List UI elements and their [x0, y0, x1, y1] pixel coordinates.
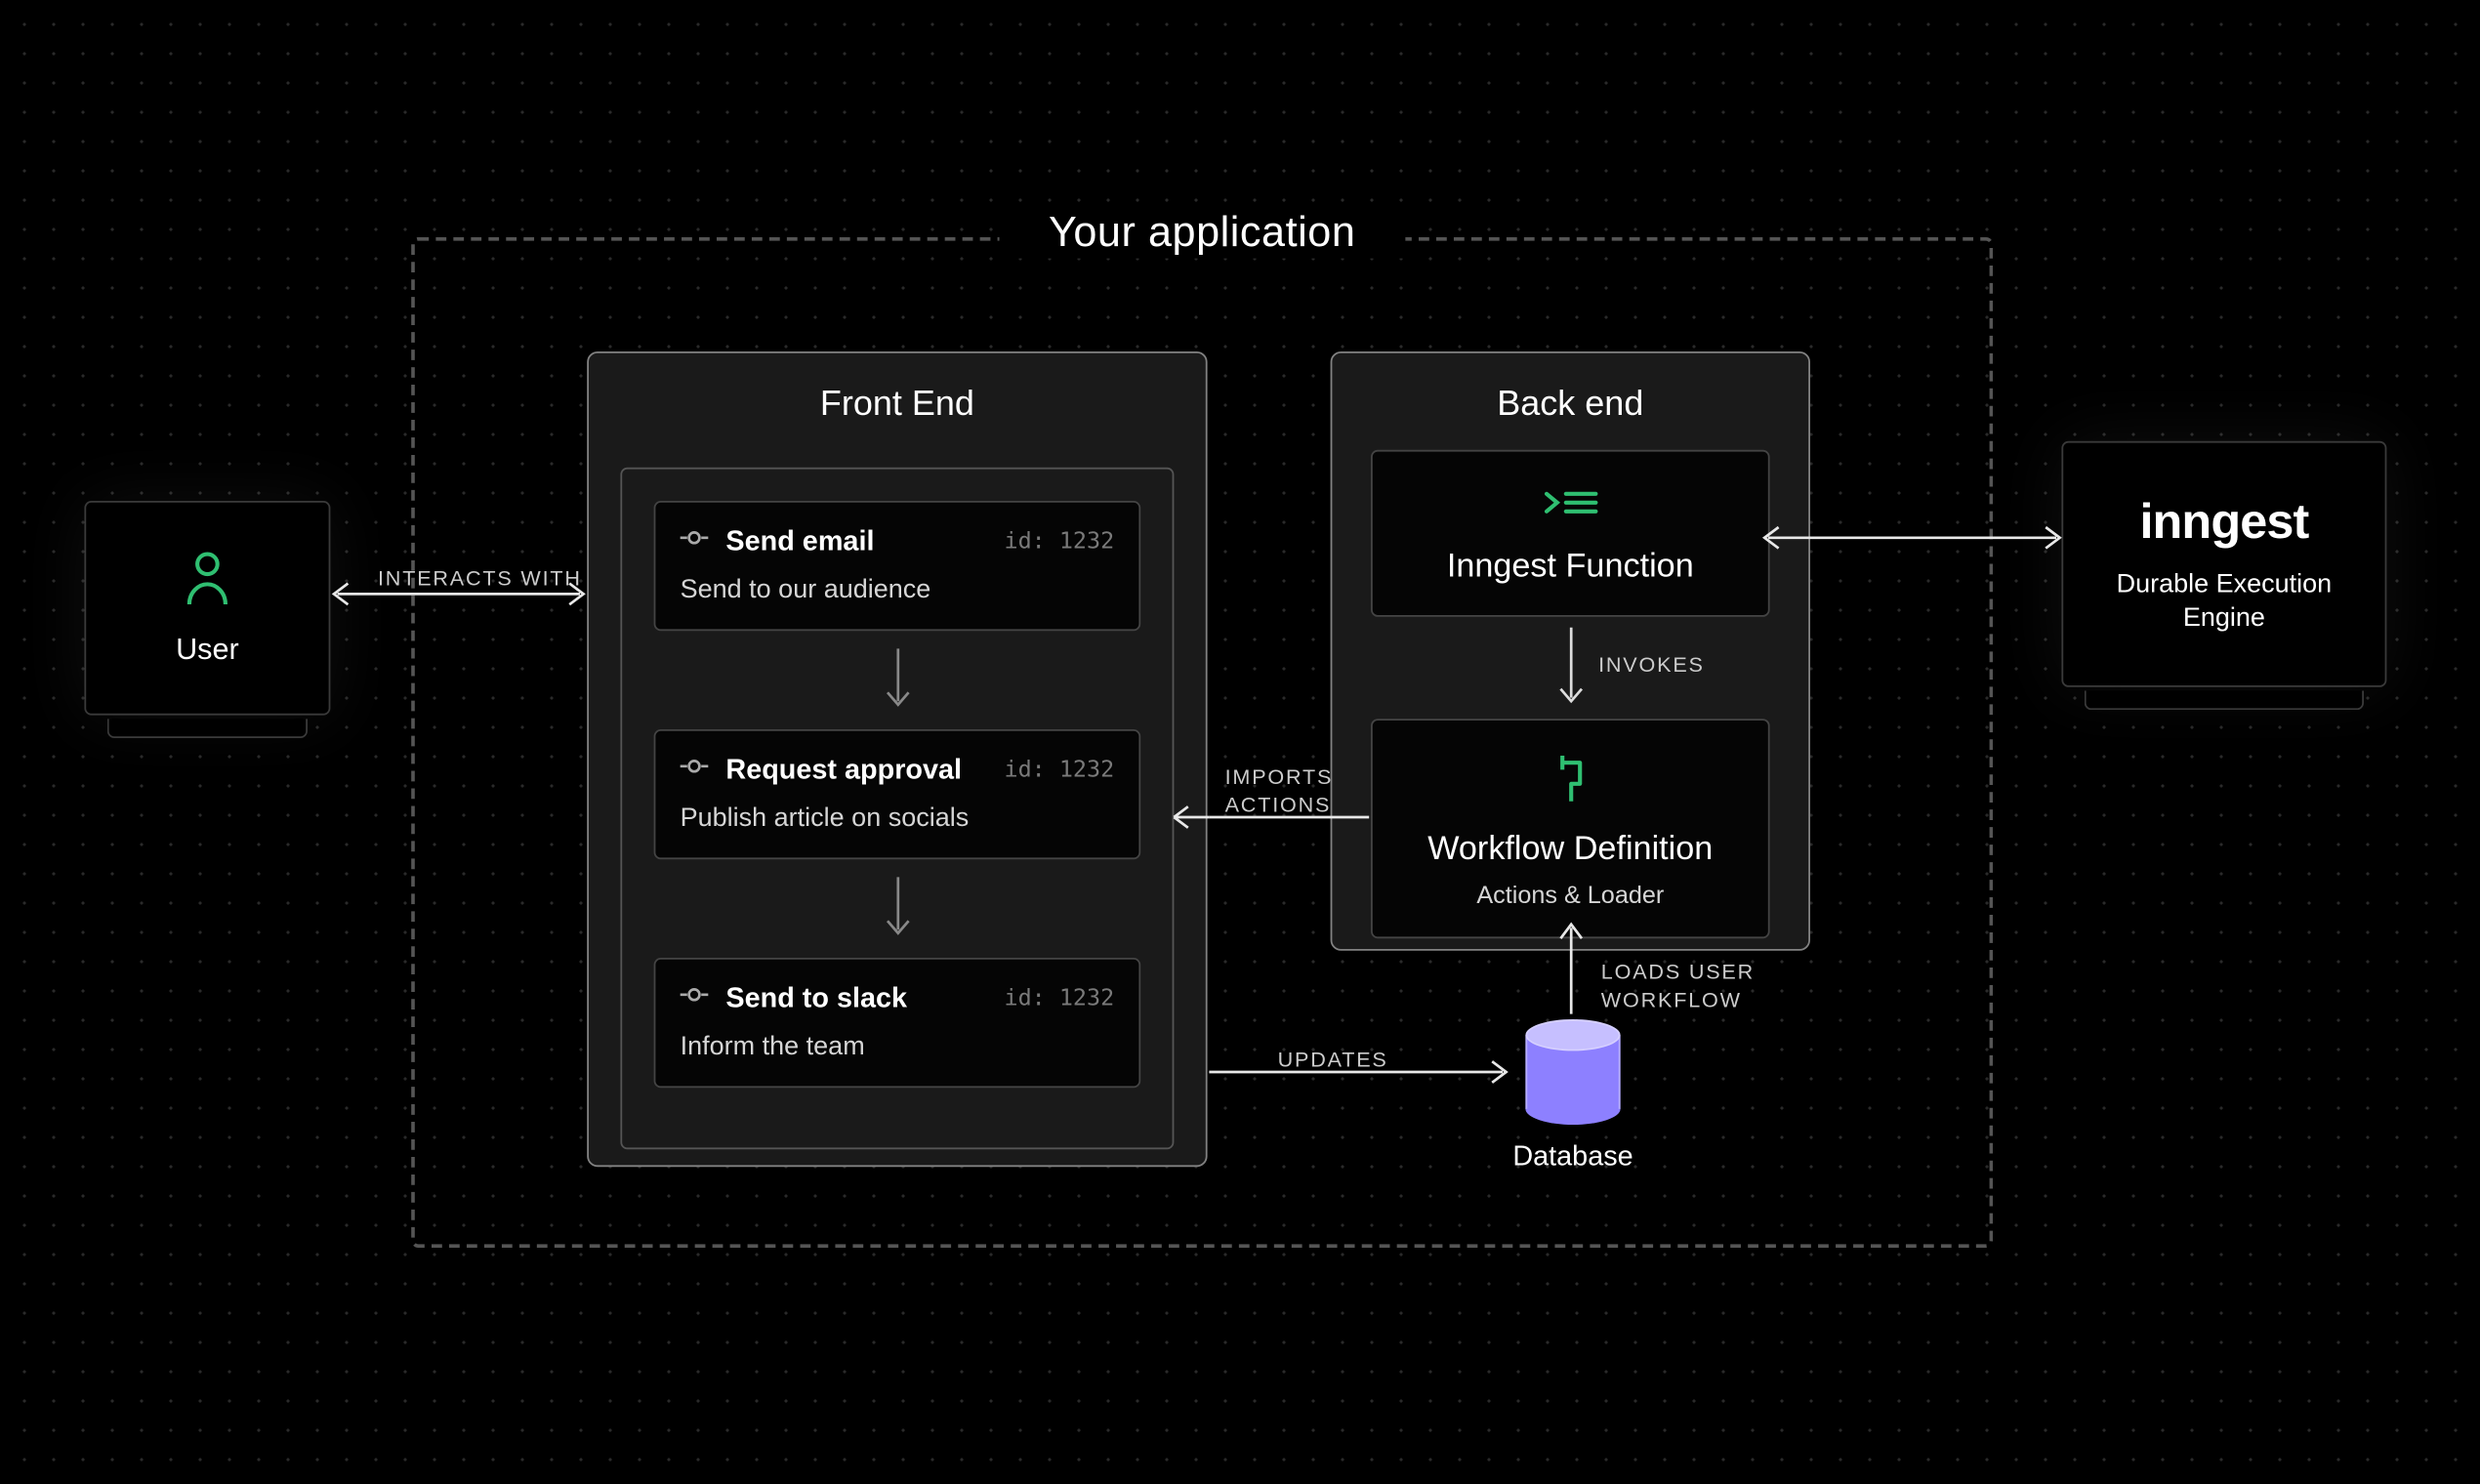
- frontend-steps-box: Send email id: 1232 Send to our audience…: [620, 468, 1174, 1149]
- step-title: Send to slack: [725, 983, 907, 1014]
- user-label: User: [176, 632, 239, 667]
- arrow-down-icon: [882, 648, 913, 712]
- workflow-definition-card: Workflow Definition Actions & Loader: [1371, 719, 1770, 938]
- step-id: id: 1232: [1004, 986, 1114, 1012]
- arrow-down-icon: [882, 877, 913, 940]
- workflow-definition-sub: Actions & Loader: [1476, 881, 1664, 909]
- inngest-logo: inngest: [2139, 493, 2308, 550]
- step-title: Send email: [725, 526, 874, 557]
- database-icon: [1525, 1019, 1620, 1125]
- step-node-icon: [681, 752, 709, 789]
- step-title: Request approval: [725, 755, 962, 786]
- database-node: Database: [1520, 1019, 1626, 1174]
- database-label: Database: [1512, 1142, 1633, 1174]
- user-icon: [183, 550, 231, 615]
- interacts-with-label: INTERACTS WITH: [378, 566, 582, 594]
- workflow-definition-title: Workflow Definition: [1427, 831, 1713, 870]
- step-subtitle: Publish article on socials: [681, 804, 1115, 834]
- inngest-subtitle: Durable Execution Engine: [2081, 567, 2367, 636]
- frontend-title: Front End: [589, 353, 1206, 450]
- your-application-label: Your application: [1000, 209, 1405, 258]
- inngest-engine-node: inngest Durable Execution Engine: [2061, 441, 2386, 687]
- frontend-panel: Front End Send email id: 1232 Send to ou…: [587, 351, 1207, 1167]
- updates-label: UPDATES: [1278, 1048, 1388, 1075]
- workflow-step: Send email id: 1232 Send to our audience: [654, 501, 1141, 631]
- step-subtitle: Send to our audience: [681, 575, 1115, 605]
- definition-icon: [1548, 752, 1593, 813]
- step-subtitle: Inform the team: [681, 1032, 1115, 1062]
- step-node-icon: [681, 523, 709, 560]
- workflow-step: Request approval id: 1232 Publish articl…: [654, 729, 1141, 859]
- workflow-step: Send to slack id: 1232 Inform the team: [654, 958, 1141, 1088]
- arrow-down-icon: [1554, 628, 1586, 709]
- loads-user-workflow-label: LOADS USER WORKFLOW: [1601, 960, 1755, 1014]
- step-id: id: 1232: [1004, 758, 1114, 784]
- step-node-icon: [681, 980, 709, 1017]
- imports-actions-label: IMPORTS ACTIONS: [1225, 764, 1334, 819]
- invokes-label: INVOKES: [1598, 652, 1705, 677]
- user-node: User: [84, 501, 330, 716]
- inngest-function-title: Inngest Function: [1447, 549, 1694, 588]
- backend-title: Back end: [1332, 353, 1808, 450]
- inngest-function-card: Inngest Function: [1371, 450, 1770, 617]
- step-id: id: 1232: [1004, 529, 1114, 556]
- function-icon: [1541, 483, 1600, 531]
- backend-panel: Back end Inngest Function INVOKES: [1331, 351, 1810, 951]
